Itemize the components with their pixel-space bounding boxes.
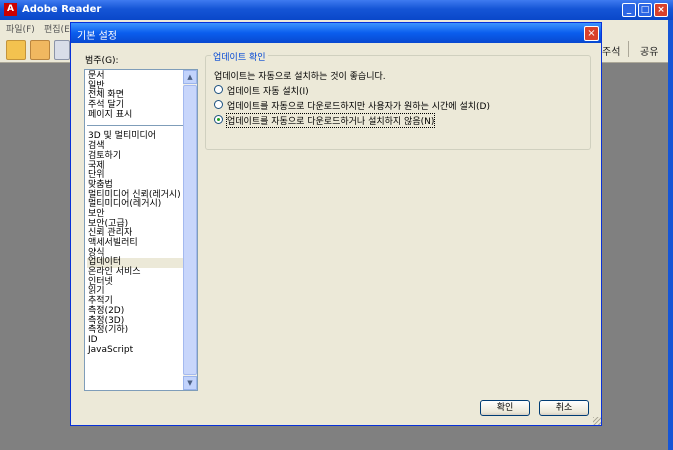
dialog-close-button[interactable]: × [584,26,599,41]
categories-list[interactable]: 문서 일반 전체 화면 주석 달기 페이지 표시 3D 및 멀티미디어 검색 검토하기 국제 단위… [84,69,198,391]
maximize-button[interactable]: □ [638,3,652,17]
app-title: Adobe Reader [22,4,102,15]
ok-button[interactable]: 확인 [480,400,530,416]
minimize-button[interactable]: _ [622,3,636,17]
preferences-dialog: 기본 설정 × 범주(G): 문서 일반 전체 화면 주석 달기 페이지 표시 3D 및 … [70,22,602,426]
scroll-down-icon[interactable]: ▼ [183,376,197,390]
radio-download-install-later[interactable] [214,100,223,109]
app-close-button[interactable]: × [654,3,668,17]
create-pdf-icon[interactable] [6,40,26,60]
resize-grip[interactable] [593,417,601,425]
menu-edit[interactable]: 편집(E) [44,22,73,35]
window-border [668,20,673,450]
save-icon[interactable] [54,40,70,60]
app-titlebar: A Adobe Reader _ □ × [0,0,673,20]
update-description: 업데이트는 자동으로 설치하는 것이 좋습니다. [214,72,386,82]
category-separator [87,125,183,127]
adobe-reader-logo-icon: A [4,3,17,16]
cancel-button[interactable]: 취소 [539,400,589,416]
categories-label: 범주(G): [85,56,119,66]
update-check-group-title: 업데이트 확인 [211,50,268,63]
category-item[interactable]: 측정(기하) [87,325,183,336]
category-item[interactable]: 페이지 표시 [87,110,183,121]
menu-file[interactable]: 파일(F) [6,22,35,35]
category-item[interactable]: JavaScript [87,345,183,356]
dialog-title: 기본 설정 [77,31,117,42]
scroll-up-icon[interactable]: ▲ [183,70,197,84]
option-no-auto-update-label[interactable]: 업데이트를 자동으로 다운로드하거나 설치하지 않음(N) [225,113,436,128]
option-auto-install-label[interactable]: 업데이트 자동 설치(I) [227,84,309,97]
toolbar-comment[interactable]: 주석 [602,43,620,58]
radio-no-auto-update[interactable] [214,115,223,124]
toolbar-divider [628,41,629,57]
dialog-titlebar: 기본 설정 × [71,23,601,43]
categories-items: 문서 일반 전체 화면 주석 달기 페이지 표시 3D 및 멀티미디어 검색 검토하기 국제 단위… [87,71,183,356]
radio-auto-install[interactable] [214,85,223,94]
option-download-install-later-label[interactable]: 업데이트를 자동으로 다운로드하지만 사용자가 원하는 시간에 설치(D) [227,99,490,112]
categories-scrollbar[interactable]: ▲ ▼ [183,70,197,390]
open-folder-icon[interactable] [30,40,50,60]
toolbar-share[interactable]: 공유 [640,43,658,58]
scroll-thumb[interactable] [183,85,197,375]
